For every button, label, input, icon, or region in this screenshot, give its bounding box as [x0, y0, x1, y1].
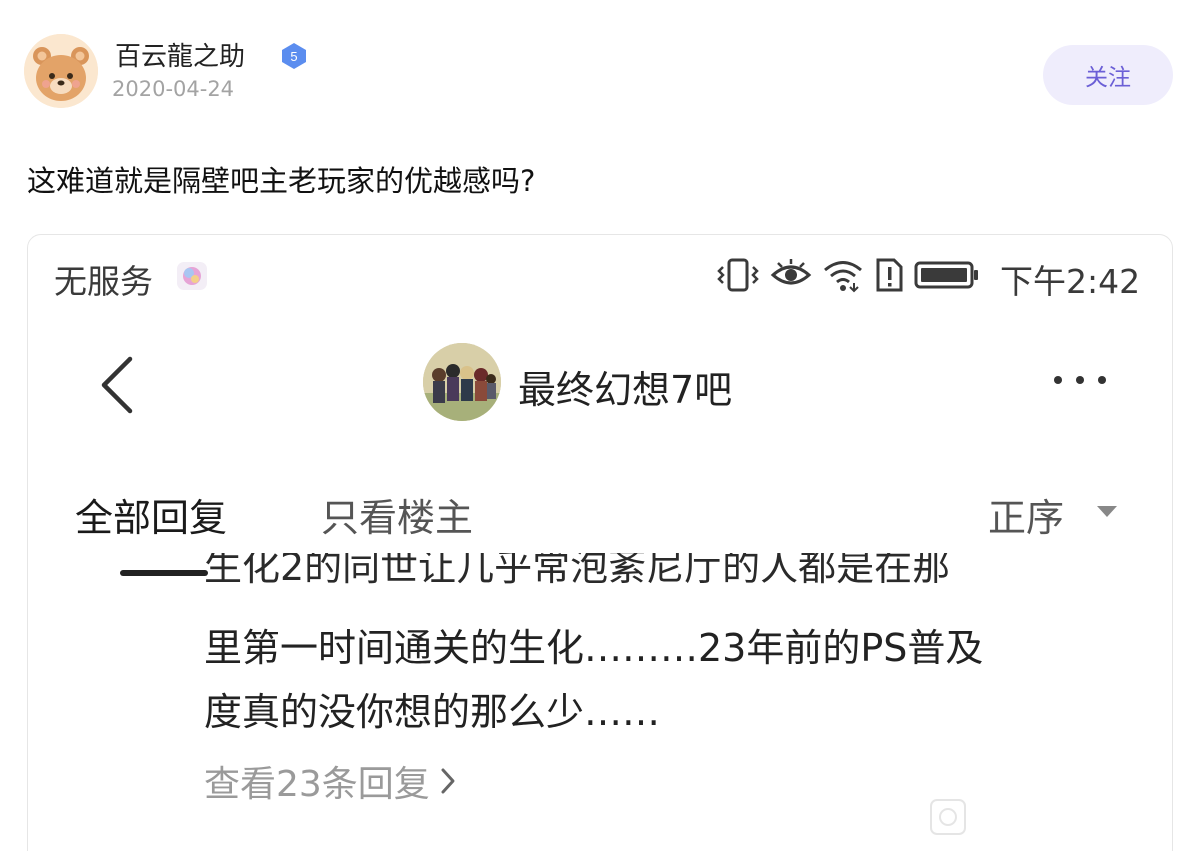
battery-icon [914, 261, 978, 289]
follow-button[interactable]: 关注 [1043, 45, 1173, 105]
status-carrier: 无服务 [54, 262, 153, 301]
author-name[interactable]: 百云龍之助 [115, 36, 245, 73]
forum-avatar[interactable] [423, 343, 501, 421]
more-icon[interactable] [1048, 365, 1112, 395]
tab-owner-only[interactable]: 只看楼主 [321, 487, 473, 542]
bear-avatar-icon [24, 34, 98, 108]
post-page: 百云龍之助 5 2020-04-24 关注 这难道就是隔壁吧主老玩家的优越感吗?… [0, 0, 1200, 851]
post-text: 这难道就是隔壁吧主老玩家的优越感吗? [27, 164, 536, 198]
status-time: 下午2:42 [1000, 262, 1141, 301]
reply-text-line: 度真的没你想的那么少…… [204, 690, 661, 734]
caret-down-icon[interactable] [1095, 503, 1119, 519]
sort-order-selector[interactable]: 正序 [988, 487, 1064, 542]
reply-clipped-line: 生化2的同世让几乎常泡紊尼厅的人都是在那 [204, 553, 1124, 595]
assistant-app-icon [177, 262, 207, 290]
level-badge-text: 5 [290, 49, 297, 64]
reply-text-line: 里第一时间通关的生化………23年前的PS普及 [204, 626, 984, 670]
author-avatar[interactable] [24, 34, 98, 108]
active-tab-indicator [120, 570, 208, 576]
eye-icon [770, 259, 812, 285]
forum-group-art-icon [423, 343, 501, 421]
forum-title[interactable]: 最终幻想7吧 [518, 359, 732, 414]
tab-all-replies[interactable]: 全部回复 [75, 487, 227, 542]
chevron-right-icon [441, 768, 455, 794]
level-badge-icon: 5 [282, 43, 306, 69]
embedded-screenshot[interactable]: 无服务 下午2:42 最终幻想7吧 全部回复 只看楼主 正序 生化2的同世让几乎… [27, 234, 1173, 851]
status-icons [716, 253, 980, 297]
view-replies-link[interactable]: 查看23条回复 [204, 755, 456, 807]
view-replies-label: 查看23条回复 [204, 764, 430, 805]
chevron-left-icon[interactable] [98, 355, 138, 415]
vibrate-icon [717, 258, 759, 292]
watermark-icon [930, 799, 966, 835]
sim-alert-icon [876, 258, 903, 292]
post-date: 2020-04-24 [112, 77, 235, 101]
wifi-icon [824, 261, 862, 293]
reply-clipped-text: 生化2的同世让几乎常泡紊尼厅的人都是在那 [204, 553, 951, 589]
